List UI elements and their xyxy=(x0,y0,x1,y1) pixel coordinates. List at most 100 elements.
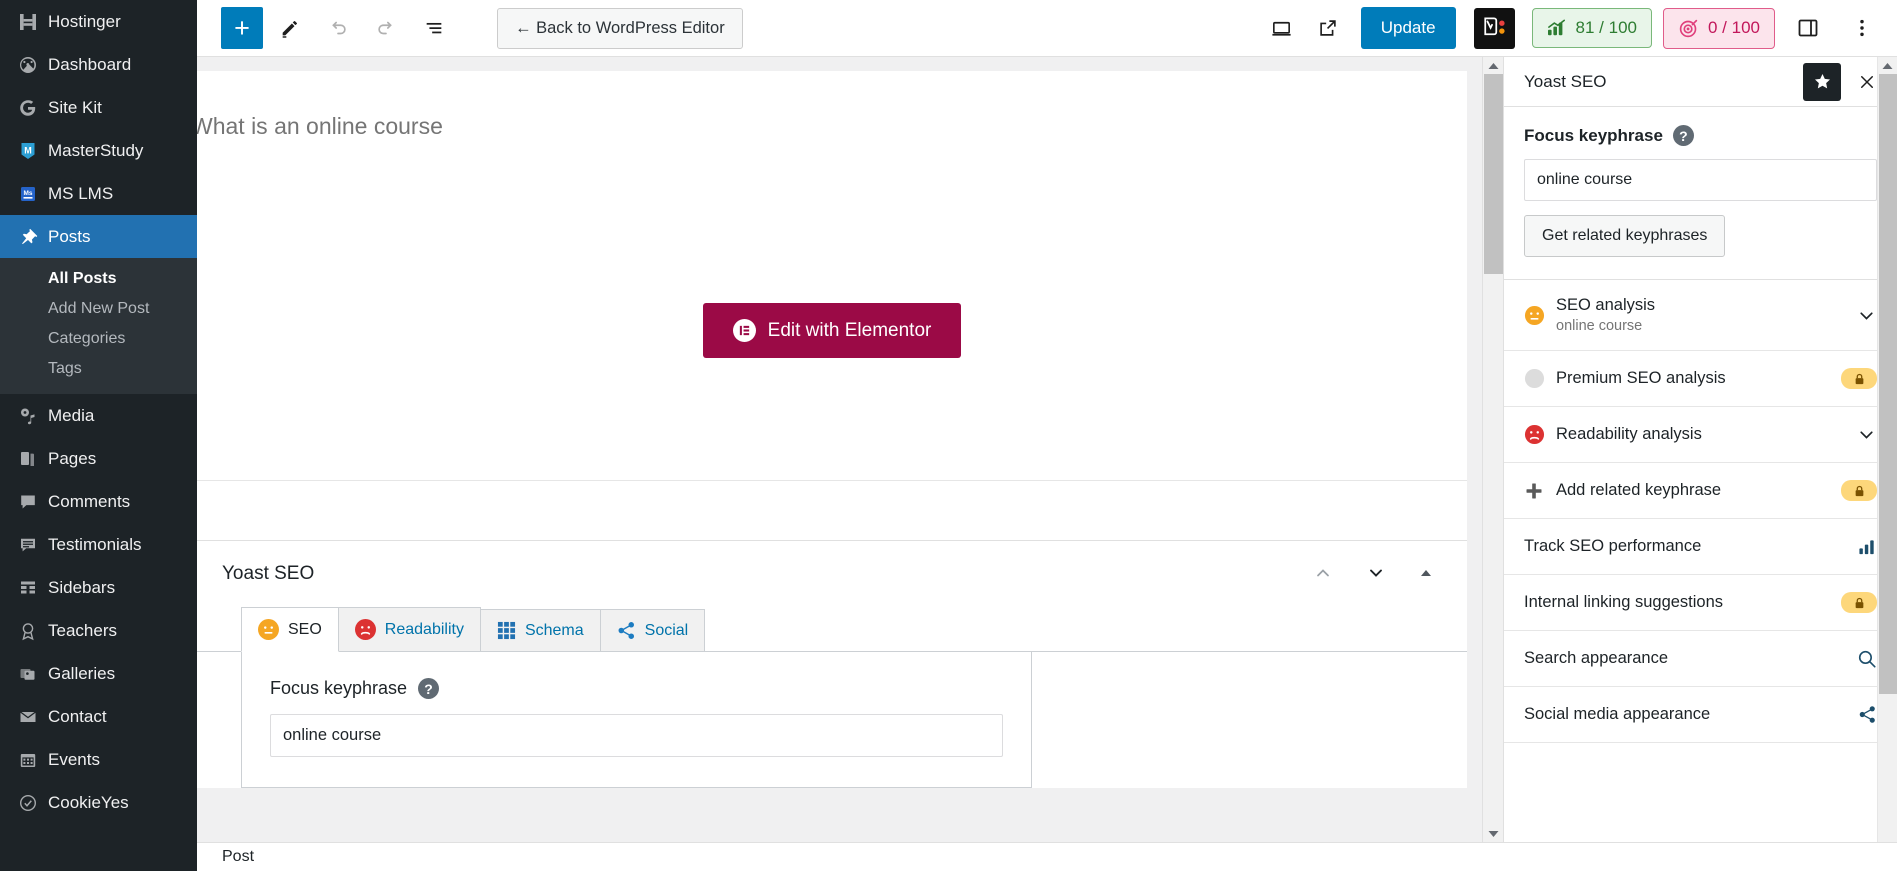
social-share-icon[interactable] xyxy=(1858,705,1877,724)
yoast-row-readability-analysis[interactable]: Readability analysis xyxy=(1504,407,1897,463)
sidebar-item-label: Site Kit xyxy=(48,97,102,117)
search-icon[interactable] xyxy=(1857,649,1877,669)
pencil-icon xyxy=(279,17,301,39)
sidebar-item-hostinger[interactable]: Hostinger xyxy=(0,0,197,43)
tools-pencil-button[interactable] xyxy=(269,7,311,49)
sidebar-item-events[interactable]: Events xyxy=(0,738,197,781)
sidebar-item-label: Events xyxy=(48,749,100,769)
sidebar-item-testimonials[interactable]: Testimonials xyxy=(0,523,197,566)
admin-sidebar: Hostinger Dashboard Site Kit M MasterStu… xyxy=(0,0,197,871)
lock-icon[interactable] xyxy=(1841,368,1877,389)
submenu-item-tags[interactable]: Tags xyxy=(0,354,197,384)
bar-chart-icon[interactable] xyxy=(1858,537,1877,556)
calendar-icon xyxy=(8,750,48,770)
yoast-row-internal-linking-suggestions[interactable]: Internal linking suggestions xyxy=(1504,575,1897,631)
sidebar-item-label: MasterStudy xyxy=(48,140,144,160)
metabox-collapse-toggle[interactable] xyxy=(1419,566,1433,580)
seo-face-ok-icon xyxy=(1524,305,1556,326)
lock-icon[interactable] xyxy=(1841,480,1877,501)
chevron-down-icon[interactable] xyxy=(1856,305,1877,326)
pin-icon xyxy=(8,227,48,247)
get-related-keyphrases-button[interactable]: Get related keyphrases xyxy=(1524,215,1726,257)
edit-with-elementor-button[interactable]: Edit with Elementor xyxy=(702,303,962,358)
lock-icon[interactable] xyxy=(1841,592,1877,613)
google-site-kit-icon xyxy=(8,98,48,118)
yoast-focus-keyphrase-input[interactable] xyxy=(1524,159,1877,201)
sidebar-item-galleries[interactable]: Galleries xyxy=(0,652,197,695)
sidebar-item-media[interactable]: Media xyxy=(0,394,197,437)
editor-scrollbar[interactable] xyxy=(1482,57,1503,842)
svg-text:Ms: Ms xyxy=(23,190,32,197)
post-title[interactable]: What is an online course xyxy=(197,71,1467,181)
yoast-row-search-appearance[interactable]: Search appearance xyxy=(1504,631,1897,687)
ms-lms-icon: Ms xyxy=(8,184,48,204)
settings-panel-toggle-button[interactable] xyxy=(1787,7,1829,49)
yoast-favorite-button[interactable] xyxy=(1803,62,1841,101)
add-block-button[interactable]: + xyxy=(221,7,263,49)
sidebar-item-ms-lms[interactable]: Ms MS LMS xyxy=(0,172,197,215)
media-icon xyxy=(8,406,48,426)
hostinger-icon xyxy=(8,12,48,32)
readability-score-badge[interactable]: 0 / 100 xyxy=(1663,7,1775,49)
tab-label: SEO xyxy=(288,620,322,638)
yoast-row-premium-seo-analysis[interactable]: Premium SEO analysis xyxy=(1504,351,1897,407)
tab-seo[interactable]: SEO xyxy=(241,607,339,652)
sidebar-item-contact[interactable]: Contact xyxy=(0,695,197,738)
tab-readability[interactable]: Readability xyxy=(337,607,481,651)
editor-scrollbar-thumb[interactable] xyxy=(1484,74,1503,274)
yoast-scrollbar-thumb[interactable] xyxy=(1879,74,1897,694)
sidebar-item-comments[interactable]: Comments xyxy=(0,480,197,523)
submenu-item-add-new-post[interactable]: Add New Post xyxy=(0,294,197,324)
metabox-title: Yoast SEO xyxy=(222,563,315,584)
sidebar-item-dashboard[interactable]: Dashboard xyxy=(0,43,197,86)
metabox-move-up-button[interactable] xyxy=(1313,563,1333,583)
help-circle-icon[interactable]: ? xyxy=(1672,125,1694,146)
elementor-launch-zone: Edit with Elementor xyxy=(197,181,1467,481)
tab-label: Readability xyxy=(384,620,464,638)
yoast-logo-icon[interactable] xyxy=(1473,7,1515,49)
submenu-item-categories[interactable]: Categories xyxy=(0,324,197,354)
toolbar-right-group: Update 81 / 100 0 / 100 xyxy=(1261,7,1897,49)
scroll-down-arrow[interactable] xyxy=(1483,825,1504,842)
yoast-row-text: Add related keyphrase xyxy=(1556,481,1841,500)
seo-score-badge[interactable]: 81 / 100 xyxy=(1531,8,1652,48)
tab-social[interactable]: Social xyxy=(599,609,706,651)
sidebar-item-pages[interactable]: Pages xyxy=(0,437,197,480)
metabox-focus-keyphrase-label-row: Focus keyphrase ? xyxy=(270,678,1003,699)
yoast-row-social-media-appearance[interactable]: Social media appearance xyxy=(1504,687,1897,743)
preview-button[interactable] xyxy=(1261,7,1303,49)
document-outline-button[interactable] xyxy=(413,7,455,49)
back-to-wordpress-editor-button[interactable]: ← Back to WordPress Editor xyxy=(497,7,743,49)
yoast-row-track-seo-performance[interactable]: Track SEO performance xyxy=(1504,519,1897,575)
sidebar-item-posts[interactable]: Posts xyxy=(0,215,197,258)
plus-icon xyxy=(1524,481,1556,501)
sidebar-item-site-kit[interactable]: Site Kit xyxy=(0,86,197,129)
readability-target-icon xyxy=(1678,18,1699,39)
undo-button[interactable] xyxy=(317,7,359,49)
seo-bars-icon xyxy=(1547,19,1567,37)
comments-icon xyxy=(8,492,48,512)
more-options-button[interactable] xyxy=(1841,7,1883,49)
sidebar-item-sidebars[interactable]: Sidebars xyxy=(0,566,197,609)
sidebar-item-teachers[interactable]: Teachers xyxy=(0,609,197,652)
help-circle-icon[interactable]: ? xyxy=(418,678,440,699)
submenu-item-all-posts[interactable]: All Posts xyxy=(0,264,197,294)
sidebar-item-masterstudy[interactable]: M MasterStudy xyxy=(0,129,197,172)
chevron-down-icon[interactable] xyxy=(1856,424,1877,445)
redo-button[interactable] xyxy=(365,7,407,49)
metabox-tabs: SEO Readability Schema Social xyxy=(197,607,1467,652)
sidebar-item-cookieyes[interactable]: CookieYes xyxy=(0,781,197,824)
sidebar-item-label: Comments xyxy=(48,491,131,511)
tab-label: Schema xyxy=(524,621,584,639)
yoast-row-text: Track SEO performance xyxy=(1524,537,1858,556)
metabox-focus-keyphrase-input[interactable] xyxy=(270,714,1003,757)
scroll-up-arrow[interactable] xyxy=(1483,57,1503,74)
scroll-up-arrow[interactable] xyxy=(1878,57,1897,74)
yoast-panel-scrollbar[interactable] xyxy=(1877,57,1897,871)
tab-schema[interactable]: Schema xyxy=(479,609,601,651)
yoast-row-add-related-keyphrase[interactable]: Add related keyphrase xyxy=(1504,463,1897,519)
view-post-button[interactable] xyxy=(1307,7,1349,49)
metabox-move-down-button[interactable] xyxy=(1366,563,1386,583)
update-button[interactable]: Update xyxy=(1360,7,1456,49)
yoast-row-seo-analysis[interactable]: SEO analysis online course xyxy=(1504,280,1897,351)
